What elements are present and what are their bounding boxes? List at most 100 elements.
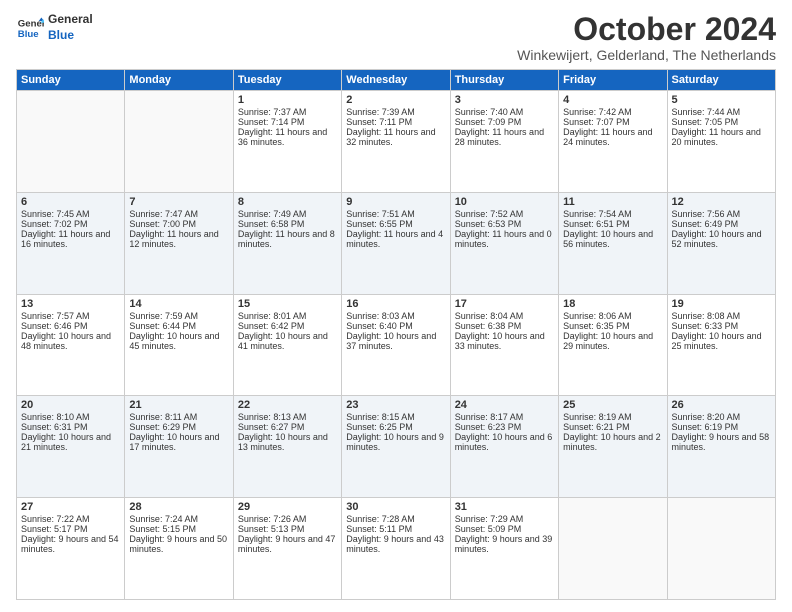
day-number: 25: [563, 399, 662, 411]
sunset-text: Sunset: 6:42 PM: [238, 321, 305, 331]
calendar-cell: [17, 91, 125, 193]
calendar-cell: 18Sunrise: 8:06 AMSunset: 6:35 PMDayligh…: [559, 294, 667, 396]
day-number: 21: [129, 399, 228, 411]
calendar-cell: 11Sunrise: 7:54 AMSunset: 6:51 PMDayligh…: [559, 192, 667, 294]
title-block: October 2024 Winkewijert, Gelderland, Th…: [517, 12, 776, 63]
day-number: 15: [238, 298, 337, 310]
col-thursday: Thursday: [450, 70, 558, 91]
sunrise-text: Sunrise: 8:15 AM: [346, 412, 415, 422]
calendar-week-row: 6Sunrise: 7:45 AMSunset: 7:02 PMDaylight…: [17, 192, 776, 294]
daylight-text: Daylight: 11 hours and 20 minutes.: [672, 127, 761, 147]
logo-line1: General: [48, 12, 93, 28]
day-number: 13: [21, 298, 120, 310]
calendar-cell: [559, 498, 667, 600]
daylight-text: Daylight: 10 hours and 9 minutes.: [346, 432, 444, 452]
daylight-text: Daylight: 10 hours and 6 minutes.: [455, 432, 553, 452]
day-number: 9: [346, 196, 445, 208]
sunrise-text: Sunrise: 8:06 AM: [563, 311, 632, 321]
sunset-text: Sunset: 5:09 PM: [455, 524, 522, 534]
col-friday: Friday: [559, 70, 667, 91]
calendar-cell: 22Sunrise: 8:13 AMSunset: 6:27 PMDayligh…: [233, 396, 341, 498]
day-number: 22: [238, 399, 337, 411]
calendar-cell: 25Sunrise: 8:19 AMSunset: 6:21 PMDayligh…: [559, 396, 667, 498]
day-number: 10: [455, 196, 554, 208]
month-title: October 2024: [517, 12, 776, 47]
calendar-week-row: 1Sunrise: 7:37 AMSunset: 7:14 PM Daylight…: [17, 91, 776, 193]
sunrise-text: Sunrise: 7:29 AM: [455, 514, 524, 524]
sunset-text: Sunset: 6:53 PM: [455, 219, 522, 229]
day-number: 29: [238, 501, 337, 513]
sunset-text: Sunset: 6:49 PM: [672, 219, 739, 229]
calendar-table: Sunday Monday Tuesday Wednesday Thursday…: [16, 69, 776, 600]
day-number: 4: [563, 94, 662, 106]
daylight-text: Daylight: 10 hours and 33 minutes.: [455, 331, 545, 351]
sunrise-text: Sunrise: 7:47 AM: [129, 209, 198, 219]
sunset-text: Sunset: 6:33 PM: [672, 321, 739, 331]
sunset-text: Sunset: 6:55 PM: [346, 219, 413, 229]
calendar-cell: [667, 498, 775, 600]
day-number: 8: [238, 196, 337, 208]
sunset-text: Sunset: 7:07 PM: [563, 117, 630, 127]
calendar-cell: 27Sunrise: 7:22 AMSunset: 5:17 PMDayligh…: [17, 498, 125, 600]
sunrise-text: Sunrise: 7:44 AM: [672, 107, 741, 117]
calendar-cell: 23Sunrise: 8:15 AMSunset: 6:25 PMDayligh…: [342, 396, 450, 498]
day-number: 31: [455, 501, 554, 513]
sunset-text: Sunset: 7:00 PM: [129, 219, 196, 229]
calendar-cell: 12Sunrise: 7:56 AMSunset: 6:49 PMDayligh…: [667, 192, 775, 294]
calendar-cell: 20Sunrise: 8:10 AMSunset: 6:31 PMDayligh…: [17, 396, 125, 498]
sunset-text: Sunset: 6:23 PM: [455, 422, 522, 432]
calendar-cell: 31Sunrise: 7:29 AMSunset: 5:09 PMDayligh…: [450, 498, 558, 600]
calendar-cell: 14Sunrise: 7:59 AMSunset: 6:44 PMDayligh…: [125, 294, 233, 396]
daylight-text: Daylight: 11 hours and 28 minutes.: [455, 127, 544, 147]
calendar-cell: 1Sunrise: 7:37 AMSunset: 7:14 PMDaylight…: [233, 91, 341, 193]
sunset-text: Sunset: 7:14 PM: [238, 117, 305, 127]
sunset-text: Sunset: 6:51 PM: [563, 219, 630, 229]
day-number: 7: [129, 196, 228, 208]
sunset-text: Sunset: 6:58 PM: [238, 219, 305, 229]
sunrise-text: Sunrise: 7:37 AM: [238, 107, 307, 117]
day-number: 11: [563, 196, 662, 208]
day-number: 5: [672, 94, 771, 106]
sunset-text: Sunset: 5:17 PM: [21, 524, 88, 534]
sunrise-text: Sunrise: 7:49 AM: [238, 209, 307, 219]
day-number: 17: [455, 298, 554, 310]
sunset-text: Sunset: 7:09 PM: [455, 117, 522, 127]
sunset-text: Sunset: 6:27 PM: [238, 422, 305, 432]
calendar-cell: 15Sunrise: 8:01 AMSunset: 6:42 PMDayligh…: [233, 294, 341, 396]
calendar-cell: 26Sunrise: 8:20 AMSunset: 6:19 PMDayligh…: [667, 396, 775, 498]
sunset-text: Sunset: 6:46 PM: [21, 321, 88, 331]
sunrise-text: Sunrise: 7:40 AM: [455, 107, 524, 117]
day-number: 14: [129, 298, 228, 310]
day-number: 19: [672, 298, 771, 310]
sunset-text: Sunset: 7:11 PM: [346, 117, 412, 127]
calendar-cell: 19Sunrise: 8:08 AMSunset: 6:33 PMDayligh…: [667, 294, 775, 396]
day-number: 2: [346, 94, 445, 106]
daylight-text: Daylight: 10 hours and 37 minutes.: [346, 331, 436, 351]
day-number: 27: [21, 501, 120, 513]
sunrise-text: Sunrise: 7:28 AM: [346, 514, 415, 524]
daylight-text: Daylight: 10 hours and 56 minutes.: [563, 229, 653, 249]
col-tuesday: Tuesday: [233, 70, 341, 91]
sunrise-text: Sunrise: 8:01 AM: [238, 311, 307, 321]
day-number: 1: [238, 94, 337, 106]
sunset-text: Sunset: 7:02 PM: [21, 219, 88, 229]
calendar-cell: 24Sunrise: 8:17 AMSunset: 6:23 PMDayligh…: [450, 396, 558, 498]
sunrise-text: Sunrise: 7:22 AM: [21, 514, 90, 524]
svg-text:Blue: Blue: [18, 28, 39, 39]
daylight-text: Daylight: 9 hours and 39 minutes.: [455, 534, 553, 554]
sunrise-text: Sunrise: 7:56 AM: [672, 209, 741, 219]
sunrise-text: Sunrise: 8:04 AM: [455, 311, 524, 321]
daylight-text: Daylight: 11 hours and 32 minutes.: [346, 127, 435, 147]
header-row: Sunday Monday Tuesday Wednesday Thursday…: [17, 70, 776, 91]
calendar-cell: 13Sunrise: 7:57 AMSunset: 6:46 PMDayligh…: [17, 294, 125, 396]
day-number: 23: [346, 399, 445, 411]
calendar-cell: 7Sunrise: 7:47 AMSunset: 7:00 PMDaylight…: [125, 192, 233, 294]
daylight-text: Daylight: 9 hours and 47 minutes.: [238, 534, 336, 554]
sunrise-text: Sunrise: 7:59 AM: [129, 311, 198, 321]
sunrise-text: Sunrise: 7:24 AM: [129, 514, 198, 524]
sunrise-text: Sunrise: 8:08 AM: [672, 311, 741, 321]
sunset-text: Sunset: 6:31 PM: [21, 422, 88, 432]
calendar-cell: 8Sunrise: 7:49 AMSunset: 6:58 PMDaylight…: [233, 192, 341, 294]
sunrise-text: Sunrise: 7:39 AM: [346, 107, 415, 117]
sunset-text: Sunset: 6:21 PM: [563, 422, 630, 432]
